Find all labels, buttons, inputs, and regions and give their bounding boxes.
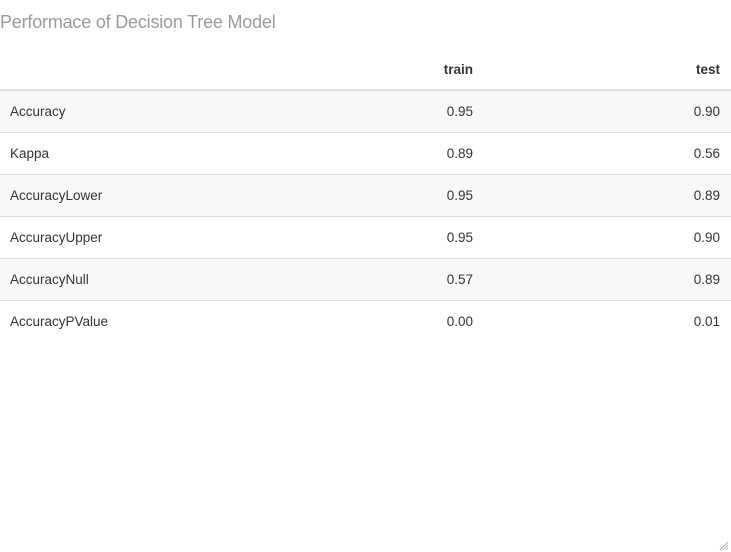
table-caption: Performace of Decision Tree Model [0, 12, 276, 32]
cell-test: 0.90 [640, 215, 731, 258]
table-row: Kappa 0.89 0.56 [0, 131, 731, 174]
cell-test: 0.89 [640, 257, 731, 300]
cell-train: 0.00 [410, 299, 640, 342]
table-row: AccuracyPValue 0.00 0.01 [0, 299, 731, 342]
performance-table: train test Accuracy 0.95 0.90 Kappa 0.89… [0, 49, 731, 342]
row-label: Kappa [0, 131, 410, 174]
cell-train: 0.57 [410, 257, 640, 300]
cell-test: 0.90 [640, 90, 731, 132]
cell-train: 0.95 [410, 173, 640, 216]
header-row-label [0, 49, 410, 91]
header-test: test [640, 49, 731, 91]
table-row: AccuracyLower 0.95 0.89 [0, 173, 731, 216]
cell-test: 0.01 [640, 299, 731, 342]
resize-grip-icon[interactable] [717, 538, 729, 551]
table-row: AccuracyNull 0.57 0.89 [0, 257, 731, 300]
table-row: Accuracy 0.95 0.90 [0, 90, 731, 132]
cell-test: 0.56 [640, 131, 731, 174]
row-label: AccuracyPValue [0, 299, 410, 342]
table-row: AccuracyUpper 0.95 0.90 [0, 215, 731, 258]
page: Performace of Decision Tree Model train … [0, 0, 731, 552]
cell-train: 0.89 [410, 131, 640, 174]
cell-test: 0.89 [640, 173, 731, 216]
row-label: AccuracyUpper [0, 215, 410, 258]
row-label: Accuracy [0, 90, 410, 132]
row-label: AccuracyNull [0, 257, 410, 300]
header-train: train [410, 49, 640, 91]
cell-train: 0.95 [410, 215, 640, 258]
row-label: AccuracyLower [0, 173, 410, 216]
cell-train: 0.95 [410, 90, 640, 132]
table-header-row: train test [0, 49, 731, 91]
